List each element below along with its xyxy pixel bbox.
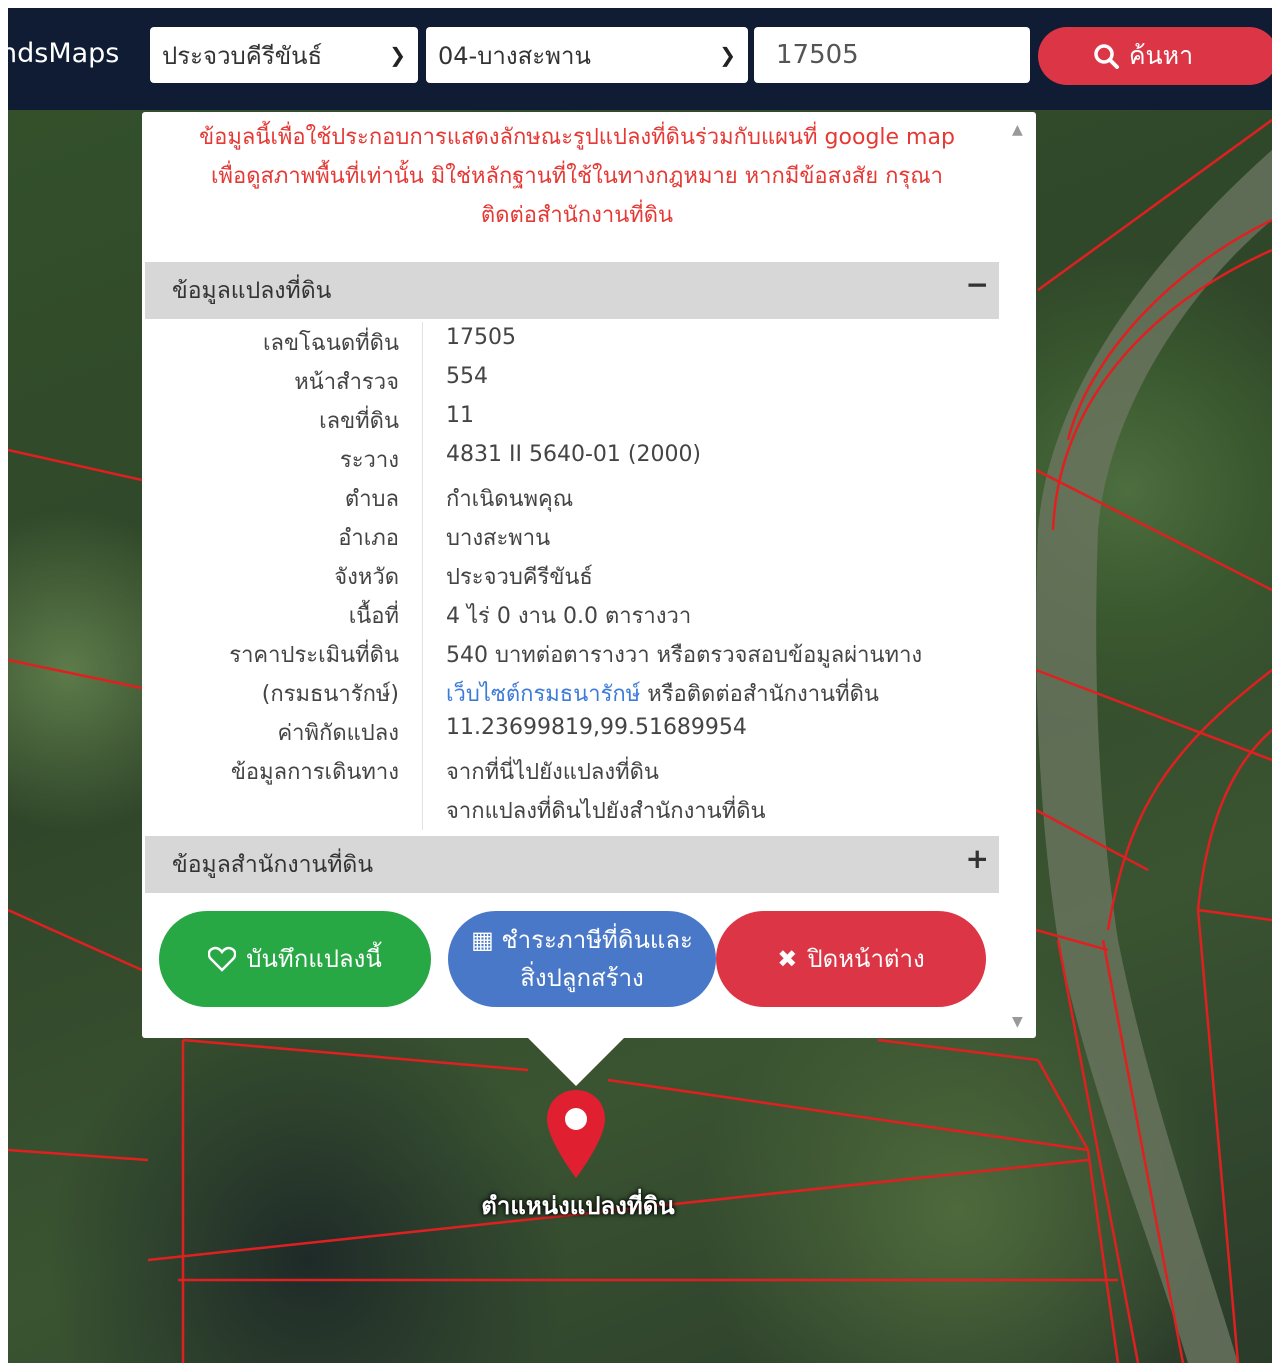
info-value: 17505 xyxy=(446,325,516,350)
coordinates-link[interactable]: 11.23699819,99.51689954 xyxy=(446,715,747,740)
info-row: อำเภอ บางสะพาน xyxy=(145,517,999,556)
info-label: ตำบล xyxy=(344,487,399,512)
popup-pointer xyxy=(528,1038,624,1086)
collapse-icon[interactable]: − xyxy=(966,268,989,301)
info-row: จากแปลงที่ดินไปยังสำนักงานที่ดิน xyxy=(145,790,999,829)
info-row: เลขที่ดิน 11 xyxy=(145,400,999,439)
province-select[interactable]: ประจวบคีรีขันธ์ ❯ xyxy=(150,27,418,83)
directions-to-office-link[interactable]: จากแปลงที่ดินไปยังสำนักงานที่ดิน xyxy=(446,793,766,828)
district-select-value: 04-บางสะพาน xyxy=(438,41,591,70)
info-row: ตำบล กำเนิดนพคุณ xyxy=(145,478,999,517)
info-value: 4 ไร่ 0 งาน 0.0 ตารางวา xyxy=(446,604,692,629)
info-value: 4831 II 5640-01 (2000) xyxy=(446,442,702,467)
info-row: จังหวัด ประจวบคีรีขันธ์ xyxy=(145,556,999,595)
info-label: หน้าสำรวจ xyxy=(294,370,399,395)
parcel-info-popup: ข้อมูลนี้เพื่อใช้ประกอบการแสดงลักษณะรูปแ… xyxy=(142,112,1036,1038)
info-label: ข้อมูลการเดินทาง xyxy=(230,760,399,785)
close-icon: ✖ xyxy=(777,945,798,973)
info-label: อำเภอ xyxy=(338,526,399,551)
info-value: กำเนิดนพคุณ xyxy=(446,487,574,512)
app-frame: ndsMaps ประจวบคีรีขันธ์ ❯ 04-บางสะพาน ❯ … xyxy=(8,8,1272,1363)
info-value: 540 บาทต่อตารางวา หรือตรวจสอบข้อมูลผ่านท… xyxy=(446,643,923,668)
info-label: จังหวัด xyxy=(334,565,399,590)
search-button[interactable]: ค้นหา xyxy=(1038,27,1272,85)
office-panel-header[interactable]: ข้อมูลสำนักงานที่ดิน + xyxy=(145,836,999,893)
disclaimer-line: ข้อมูลนี้เพื่อใช้ประกอบการแสดงลักษณะรูปแ… xyxy=(199,125,955,150)
land-info-table: เลขโฉนดที่ดิน 17505 หน้าสำรวจ 554 เลขที่… xyxy=(145,322,999,838)
info-label: เลขที่ดิน xyxy=(319,409,399,434)
scroll-up-arrow-icon[interactable]: ▲ xyxy=(1012,122,1023,138)
office-panel-title: ข้อมูลสำนักงานที่ดิน xyxy=(172,851,374,878)
save-parcel-button[interactable]: บันทึกแปลงนี้ xyxy=(159,911,431,1007)
pay-tax-label-2: สิ่งปลูกสร้าง xyxy=(520,964,644,992)
directions-to-parcel-link[interactable]: จากที่นี่ไปยังแปลงที่ดิน xyxy=(446,754,659,789)
info-label: เลขโฉนดที่ดิน xyxy=(263,331,399,356)
heart-icon xyxy=(208,946,237,972)
marker-label: ตำแหน่งแปลงที่ดิน xyxy=(481,1192,675,1220)
info-row: ค่าพิกัดแปลง 11.23699819,99.51689954 xyxy=(145,712,999,751)
info-value: 11 xyxy=(446,403,474,428)
map-marker-icon[interactable] xyxy=(544,1088,608,1180)
province-select-value: ประจวบคีรีขันธ์ xyxy=(162,41,323,70)
info-label: ระวาง xyxy=(339,448,399,473)
info-row: ราคาประเมินที่ดิน 540 บาทต่อตารางวา หรือ… xyxy=(145,634,999,673)
contact-office-text: หรือติดต่อสำนักงานที่ดิน xyxy=(640,682,879,707)
save-parcel-label: บันทึกแปลงนี้ xyxy=(246,945,382,973)
pay-land-tax-button[interactable]: ▦ ชำระภาษีที่ดินและ สิ่งปลูกสร้าง xyxy=(448,911,716,1007)
top-navbar: ndsMaps ประจวบคีรีขันธ์ ❯ 04-บางสะพาน ❯ … xyxy=(8,8,1272,110)
scroll-down-arrow-icon[interactable]: ▼ xyxy=(1012,1014,1023,1030)
land-panel-title: ข้อมูลแปลงที่ดิน xyxy=(172,277,332,304)
info-row: ข้อมูลการเดินทาง จากที่นี่ไปยังแปลงที่ดิ… xyxy=(145,751,999,790)
expand-icon[interactable]: + xyxy=(966,842,989,875)
close-window-button[interactable]: ✖ ปิดหน้าต่าง xyxy=(716,911,986,1007)
qr-code-icon: ▦ xyxy=(471,926,502,954)
disclaimer-line: ติดต่อสำนักงานที่ดิน xyxy=(480,203,674,228)
pay-tax-label-1: ชำระภาษีที่ดินและ xyxy=(501,926,693,954)
treasury-website-link[interactable]: เว็บไซต์กรมธนารักษ์ xyxy=(446,682,640,707)
info-label: (กรมธนารักษ์) xyxy=(261,682,399,707)
info-label: ราคาประเมินที่ดิน xyxy=(229,643,399,668)
info-value: ประจวบคีรีขันธ์ xyxy=(446,565,593,590)
info-row: เนื้อที่ 4 ไร่ 0 งาน 0.0 ตารางวา xyxy=(145,595,999,634)
disclaimer-text: ข้อมูลนี้เพื่อใช้ประกอบการแสดงลักษณะรูปแ… xyxy=(142,118,1012,235)
search-button-label: ค้นหา xyxy=(1128,41,1194,70)
info-value: 554 xyxy=(446,364,488,389)
info-row: หน้าสำรวจ 554 xyxy=(145,361,999,400)
info-label: ค่าพิกัดแปลง xyxy=(277,721,399,746)
land-panel-header[interactable]: ข้อมูลแปลงที่ดิน − xyxy=(145,262,999,319)
disclaimer-line: เพื่อดูสภาพพื้นที่เท่านั้น มิใช่หลักฐานท… xyxy=(210,164,943,189)
info-row: (กรมธนารักษ์) เว็บไซต์กรมธนารักษ์ หรือติ… xyxy=(145,673,999,712)
info-row: เลขโฉนดที่ดิน 17505 xyxy=(145,322,999,361)
chevron-down-icon: ❯ xyxy=(389,43,406,67)
chevron-down-icon: ❯ xyxy=(719,43,736,67)
info-row: ระวาง 4831 II 5640-01 (2000) xyxy=(145,439,999,478)
info-value: เว็บไซต์กรมธนารักษ์ หรือติดต่อสำนักงานที… xyxy=(446,676,879,711)
info-value: บางสะพาน xyxy=(446,526,551,551)
brand-logo-text: ndsMaps xyxy=(8,38,120,69)
search-icon xyxy=(1094,44,1119,69)
close-window-label: ปิดหน้าต่าง xyxy=(807,945,925,973)
parcel-number-input[interactable] xyxy=(754,27,1030,83)
district-select[interactable]: 04-บางสะพาน ❯ xyxy=(426,27,748,83)
pay-tax-line1: ▦ ชำระภาษีที่ดินและ xyxy=(471,921,693,959)
info-label: เนื้อที่ xyxy=(348,604,399,629)
